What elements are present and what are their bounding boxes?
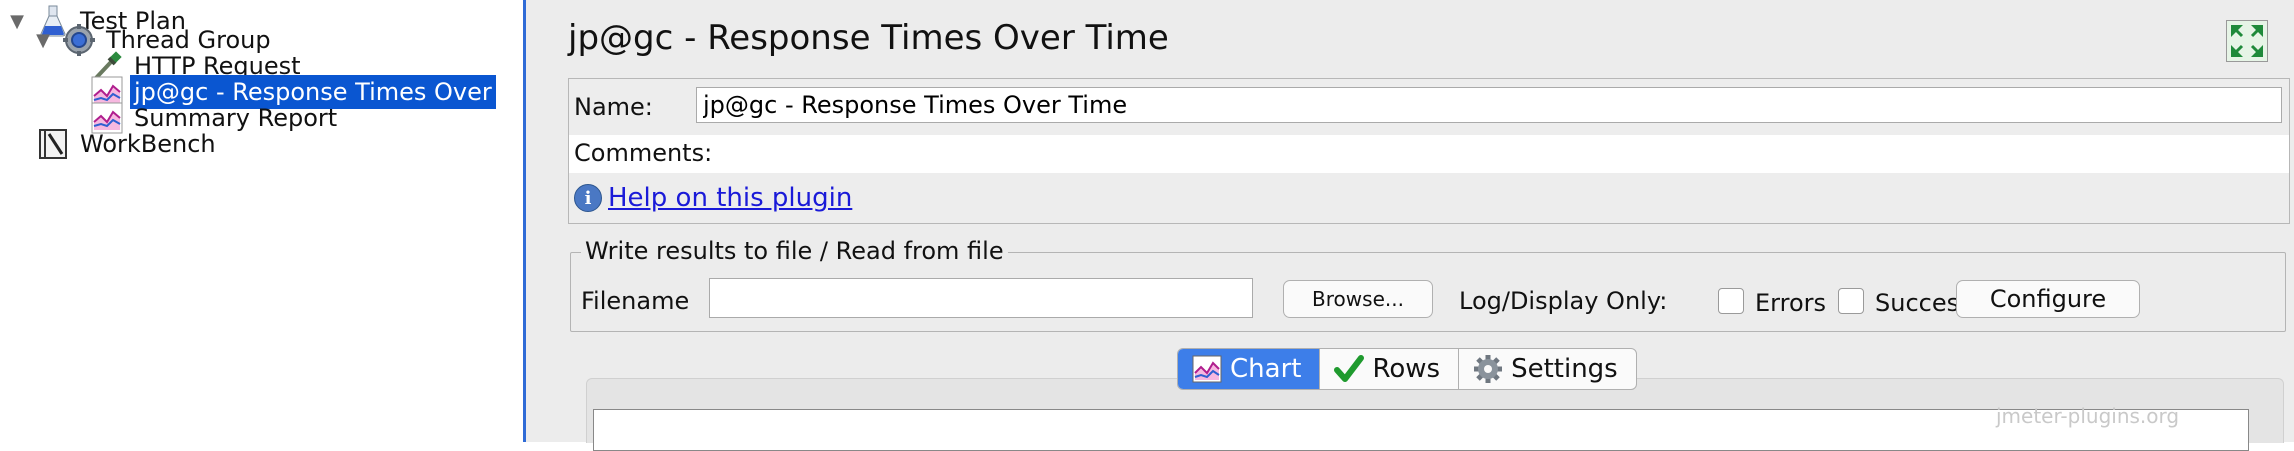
file-group-title: Write results to file / Read from file [581, 237, 1008, 265]
gear-icon [1473, 354, 1503, 384]
tab-settings[interactable]: Settings [1459, 349, 1636, 389]
checkmark-icon [1334, 354, 1365, 384]
expand-triangle-icon[interactable]: ▼ [6, 10, 28, 32]
file-group: Write results to file / Read from file F… [570, 237, 2286, 332]
test-plan-tree: ▼ Test Plan ▼ Thread Group HTTP Request … [0, 0, 525, 442]
help-row: i Help on this plugin [574, 183, 852, 213]
browse-button[interactable]: Browse... [1283, 280, 1433, 318]
tab-chart[interactable]: Chart [1178, 349, 1321, 389]
errors-checkbox[interactable] [1718, 288, 1744, 314]
maximize-icon[interactable] [2226, 20, 2268, 62]
expand-triangle-icon[interactable]: ▼ [32, 29, 54, 51]
plugin-panel: jp@gc - Response Times Over Time Name: C… [526, 0, 2294, 451]
tab-label: Rows [1372, 354, 1441, 384]
successes-checkbox[interactable] [1838, 288, 1864, 314]
info-icon: i [574, 184, 602, 212]
chart-icon [1192, 354, 1222, 384]
comments-field[interactable]: Comments: [569, 135, 2289, 173]
filename-label: Filename [581, 287, 690, 315]
errors-label: Errors [1755, 289, 1827, 317]
name-comments-box: Name: Comments: i Help on this plugin [568, 78, 2290, 224]
name-field[interactable] [696, 87, 2282, 123]
tree-item-label: WorkBench [80, 130, 216, 158]
page-title: jp@gc - Response Times Over Time [568, 18, 1169, 58]
view-tabs: Chart Rows Settings [1177, 348, 1637, 390]
watermark: jmeter-plugins.org [1996, 404, 2180, 428]
tab-label: Settings [1511, 354, 1618, 384]
name-label: Name: [574, 93, 653, 121]
help-link[interactable]: Help on this plugin [608, 183, 852, 213]
tab-label: Chart [1230, 354, 1302, 384]
configure-button[interactable]: Configure [1956, 280, 2140, 318]
tree-item-workbench[interactable]: WorkBench [36, 125, 220, 163]
filename-input[interactable] [709, 278, 1253, 318]
tab-rows[interactable]: Rows [1320, 349, 1460, 389]
log-display-label: Log/Display Only: [1459, 287, 1668, 315]
workbench-icon [36, 127, 70, 161]
comments-label: Comments: [574, 139, 713, 167]
